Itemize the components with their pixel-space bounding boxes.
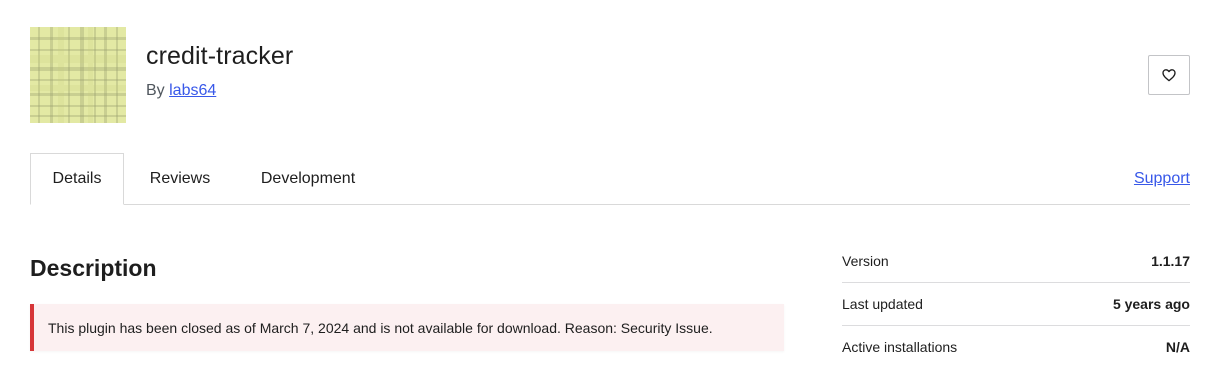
author-link[interactable]: labs64 [169,82,216,99]
meta-label: Last updated [842,296,923,312]
plugin-page: credit-tracker By labs64 Details Reviews… [0,0,1210,367]
meta-label: Version [842,253,889,269]
author-prefix: By [146,82,165,99]
tab-reviews[interactable]: Reviews [124,153,236,205]
meta-row-version: Version 1.1.17 [842,240,1190,282]
support-link[interactable]: Support [1134,170,1190,188]
meta-value: 1.1.17 [1151,253,1190,269]
plugin-icon [30,27,126,123]
meta-value: 5 years ago [1112,296,1190,312]
closed-notice-text: This plugin has been closed as of March … [48,319,713,336]
favorite-button[interactable] [1148,55,1190,95]
meta-value: N/A [1165,339,1190,355]
description-heading: Description [30,255,157,281]
plugin-author: By labs64 [146,82,216,100]
meta-row-active-installations: Active installations N/A [842,325,1190,367]
closed-notice: This plugin has been closed as of March … [30,304,784,351]
meta-label: Active installations [842,339,958,355]
tab-details[interactable]: Details [30,153,124,205]
plugin-title: credit-tracker [146,42,294,70]
plugin-meta: Version 1.1.17 Last updated 5 years ago … [842,240,1190,367]
meta-row-last-updated: Last updated 5 years ago [842,282,1190,325]
heart-icon [1162,69,1176,82]
tab-development[interactable]: Development [236,153,380,205]
